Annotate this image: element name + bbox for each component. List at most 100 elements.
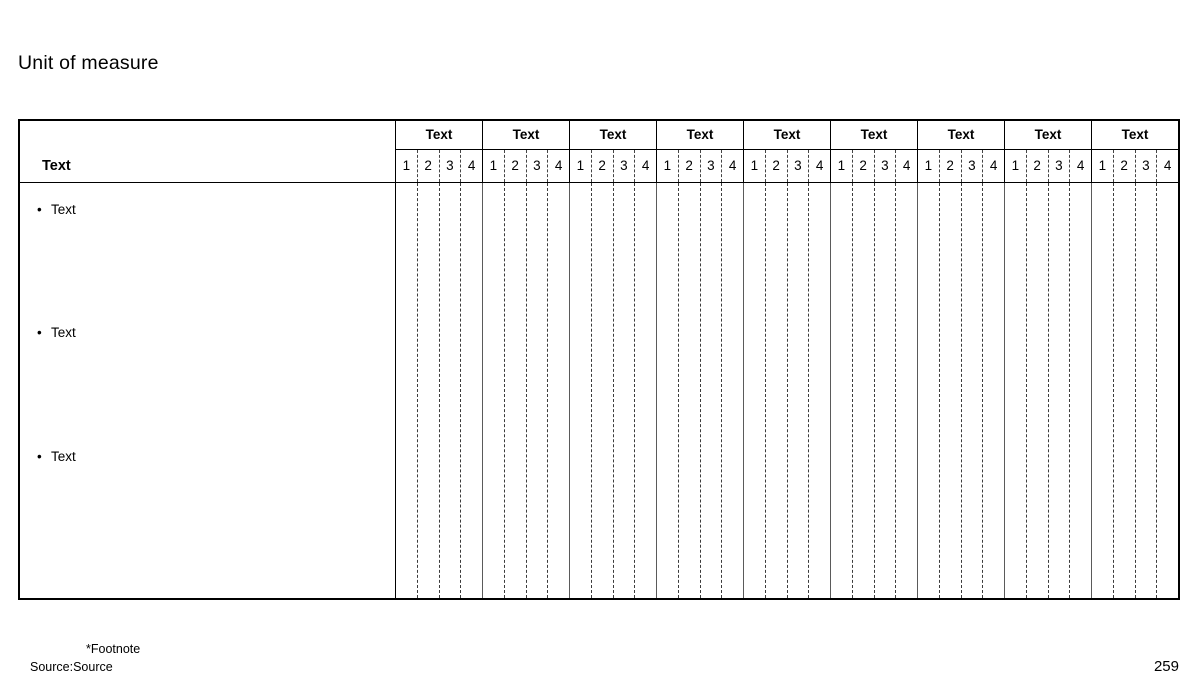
body-quarter-cell[interactable]: [635, 183, 656, 598]
body-quarter-cell[interactable]: [440, 183, 462, 598]
body-quarter-cell[interactable]: [527, 183, 549, 598]
body-quarter-cell[interactable]: [896, 183, 917, 598]
quarter-header-cell: 2: [592, 150, 614, 182]
list-item[interactable]: • Text: [37, 450, 76, 464]
bullet-icon: •: [37, 325, 42, 340]
body-quarter-cell[interactable]: [744, 183, 766, 598]
body-quarter-cell[interactable]: [1005, 183, 1027, 598]
body-quarter-cell[interactable]: [505, 183, 527, 598]
quarter-header-cell: 4: [641, 158, 650, 174]
quarter-header-cell: 3: [527, 150, 549, 182]
body-column-group: [396, 183, 483, 598]
body-quarter-cell[interactable]: [853, 183, 875, 598]
body-quarter-cell[interactable]: [1092, 183, 1114, 598]
column-group-header: Text: [570, 121, 657, 149]
quarter-header-cell: 3: [962, 150, 984, 182]
column-group-header: Text: [483, 121, 570, 149]
body-quarter-cell[interactable]: [940, 183, 962, 598]
quarter-header-group: 1234: [744, 150, 831, 182]
bullet-icon: •: [37, 449, 42, 464]
body-quarter-cell[interactable]: [766, 183, 788, 598]
quarter-header-cell: 3: [701, 150, 723, 182]
table-header-band: Text Text Text Text Text Text Text Text Text Tex…: [20, 121, 1178, 183]
body-quarter-cell[interactable]: [918, 183, 940, 598]
list-item-label: Text: [51, 325, 76, 340]
quarter-header-cell: 4: [815, 158, 824, 174]
quarter-header-group: 1234: [570, 150, 657, 182]
quarter-header-group: 1234: [831, 150, 918, 182]
body-quarter-cell[interactable]: [809, 183, 830, 598]
quarter-header-cell: 2: [1114, 150, 1136, 182]
list-item[interactable]: • Text: [37, 326, 76, 340]
body-quarter-cell[interactable]: [396, 183, 418, 598]
quarter-header-cell: 4: [902, 158, 911, 174]
quarter-header-group: 1234: [483, 150, 570, 182]
body-quarter-cell[interactable]: [788, 183, 810, 598]
body-quarter-cell[interactable]: [461, 183, 482, 598]
quarter-header-cell: 2: [766, 150, 788, 182]
quarter-header-cell: 1: [744, 150, 766, 182]
body-quarter-cell[interactable]: [722, 183, 743, 598]
body-quarter-cell[interactable]: [1070, 183, 1091, 598]
quarter-header-cell: 4: [728, 158, 737, 174]
body-quarter-cell[interactable]: [548, 183, 569, 598]
body-column-group: [831, 183, 918, 598]
quarter-header-cell: 4: [554, 158, 563, 174]
list-item[interactable]: • Text: [37, 203, 76, 217]
quarter-header-cell: 2: [505, 150, 527, 182]
quarter-header-group: 1234: [396, 150, 483, 182]
quarter-header-cell: 1: [1005, 150, 1027, 182]
quarter-header-cell: 1: [396, 150, 418, 182]
body-quarter-cell[interactable]: [1136, 183, 1158, 598]
column-group-header: Text: [1005, 121, 1092, 149]
table-body-band: • Text • Text • Text: [20, 183, 1178, 598]
body-quarter-cell[interactable]: [483, 183, 505, 598]
body-column-group: [483, 183, 570, 598]
body-column-group: [744, 183, 831, 598]
body-quarter-cell[interactable]: [657, 183, 679, 598]
quarter-header-group: 1234: [657, 150, 744, 182]
quarter-header-cell: 4: [467, 158, 476, 174]
quarter-header-cell: 2: [853, 150, 875, 182]
body-quarter-cell[interactable]: [1049, 183, 1071, 598]
body-quarter-cell[interactable]: [1114, 183, 1136, 598]
body-quarter-cell[interactable]: [875, 183, 897, 598]
body-column-group: [918, 183, 1005, 598]
body-quarter-cell[interactable]: [592, 183, 614, 598]
period-grid-body: [396, 183, 1178, 598]
quarter-header-cell: 4: [1163, 158, 1172, 174]
body-quarter-cell[interactable]: [962, 183, 984, 598]
column-group-header: Text: [744, 121, 831, 149]
quarter-header-row: 123412341234123412341234123412341234: [396, 150, 1178, 182]
row-label-column-header-text: Text: [42, 157, 71, 174]
quarter-header-cell: 3: [1049, 150, 1071, 182]
body-quarter-cell[interactable]: [570, 183, 592, 598]
body-quarter-cell[interactable]: [1157, 183, 1178, 598]
body-quarter-cell[interactable]: [614, 183, 636, 598]
row-label-list: • Text • Text • Text: [20, 183, 396, 598]
body-quarter-cell[interactable]: [418, 183, 440, 598]
quarter-header-cell: 2: [1027, 150, 1049, 182]
footnote: *Footnote: [86, 642, 141, 656]
column-group-header: Text: [396, 121, 483, 149]
quarter-header-group: 1234: [918, 150, 1005, 182]
quarter-header-cell: 3: [440, 150, 462, 182]
column-group-header: Text: [918, 121, 1005, 149]
quarter-header-group: 1234: [1005, 150, 1092, 182]
body-quarter-cell[interactable]: [679, 183, 701, 598]
page-title: Unit of measure: [18, 52, 159, 74]
body-quarter-cell[interactable]: [701, 183, 723, 598]
quarter-header-cell: 2: [679, 150, 701, 182]
body-column-group: [570, 183, 657, 598]
body-column-group: [1092, 183, 1178, 598]
quarter-header-cell: 3: [1136, 150, 1158, 182]
quarter-header-cell: 2: [940, 150, 962, 182]
source-line: Source:Source: [30, 660, 113, 674]
period-header: Text Text Text Text Text Text Text Text Text 123…: [396, 121, 1178, 182]
body-quarter-cell[interactable]: [983, 183, 1004, 598]
body-column-group: [1005, 183, 1092, 598]
body-quarter-cell[interactable]: [831, 183, 853, 598]
quarter-header-cell: 4: [1076, 158, 1085, 174]
body-quarter-cell[interactable]: [1027, 183, 1049, 598]
column-group-header: Text: [1121, 127, 1149, 143]
